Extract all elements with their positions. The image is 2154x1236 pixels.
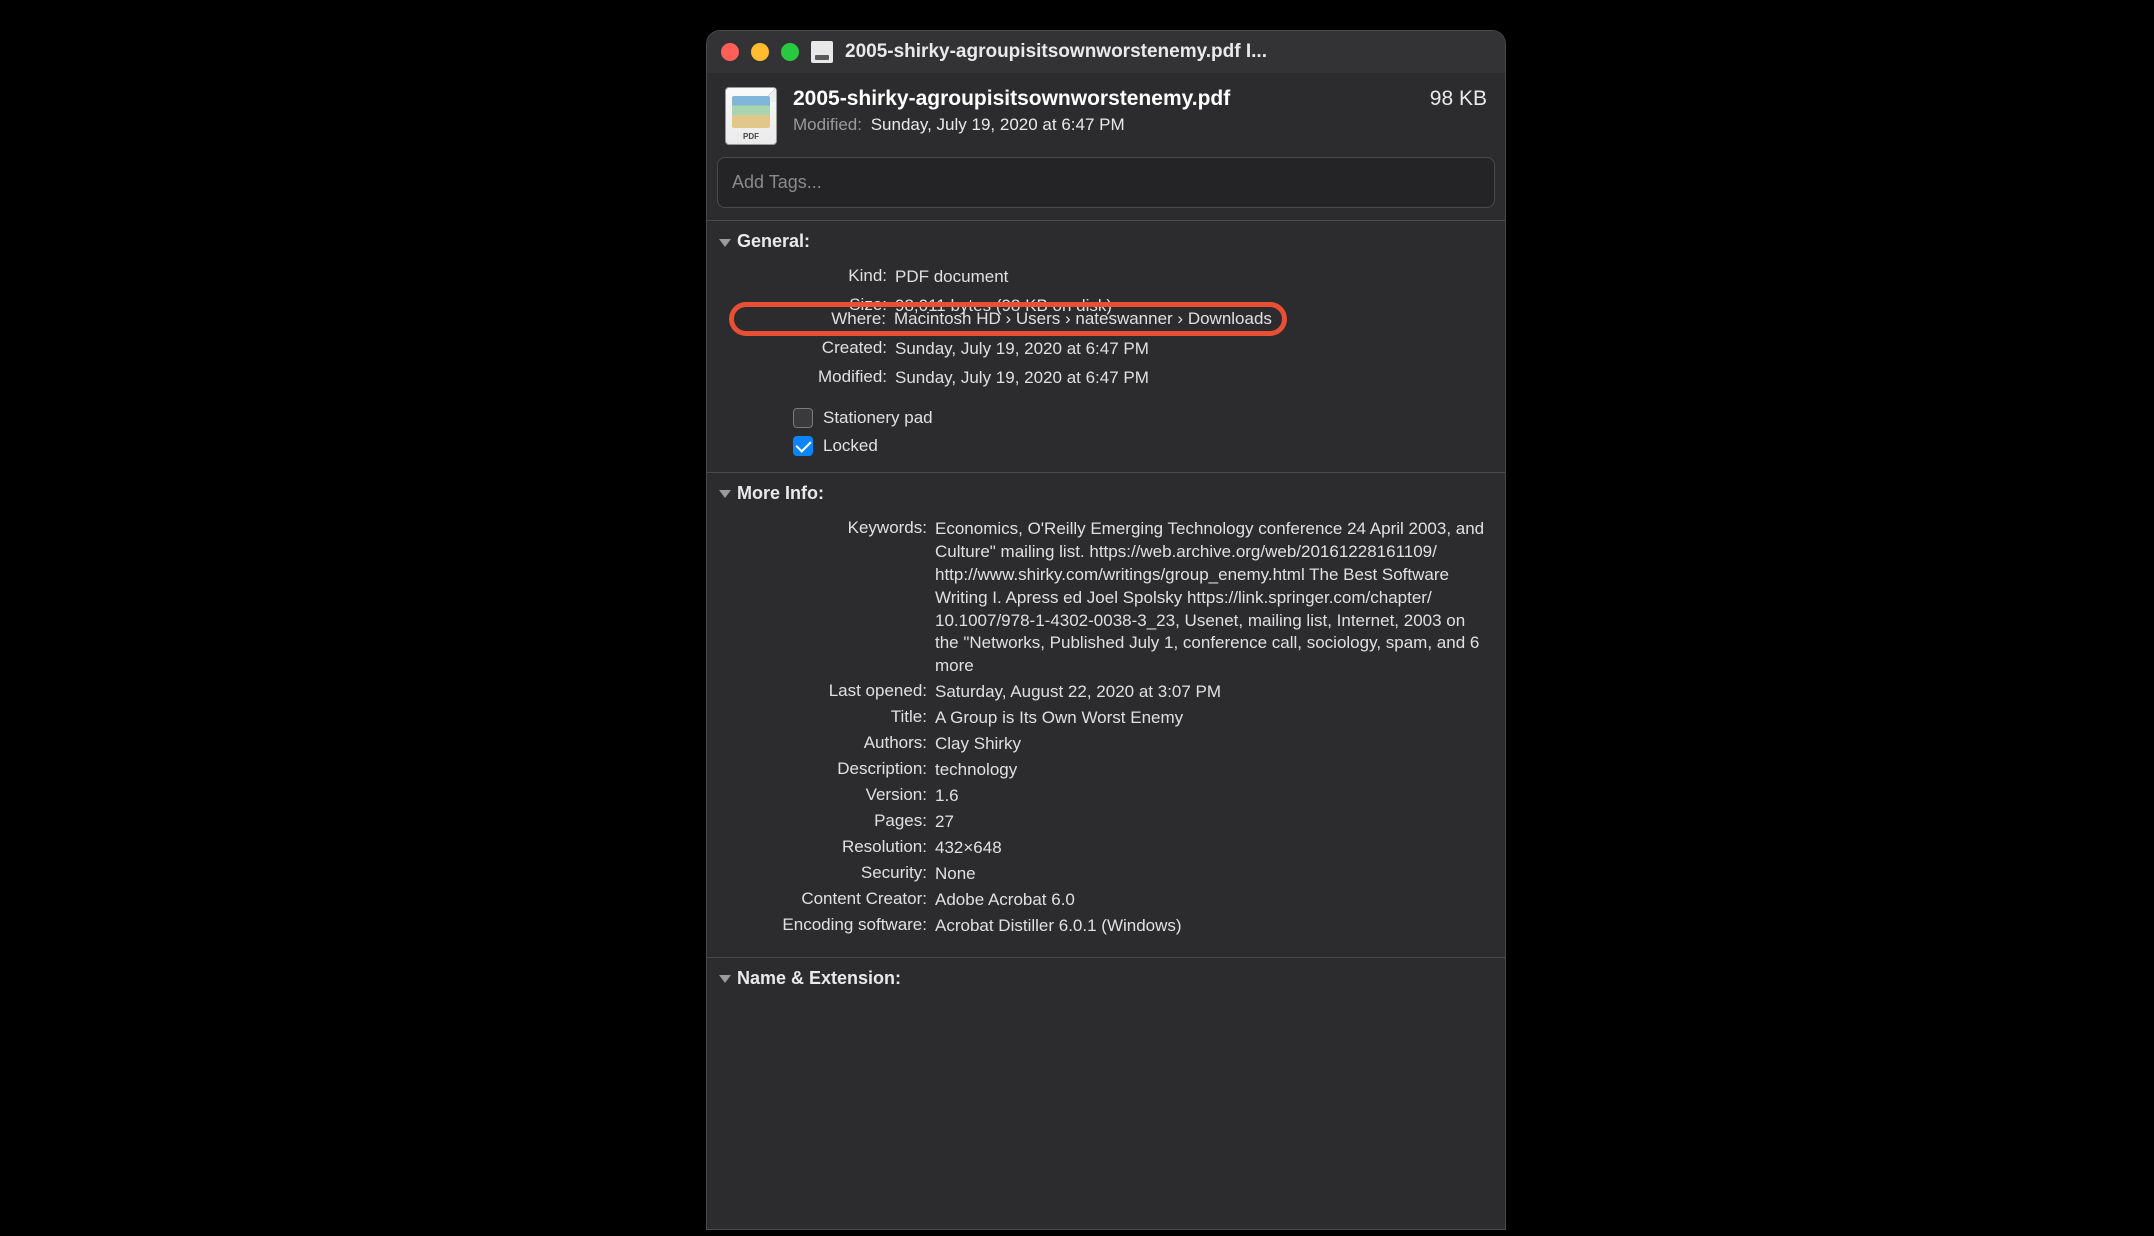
pages-label: Pages: <box>725 811 935 831</box>
keywords-label: Keywords: <box>725 518 935 538</box>
security-label: Security: <box>725 863 935 883</box>
pages-value: 27 <box>935 811 1487 834</box>
window-title: 2005-shirky-agroupisitsownworstenemy.pdf… <box>845 41 1491 63</box>
version-label: Version: <box>725 785 935 805</box>
stationery-label: Stationery pad <box>823 408 933 428</box>
content-creator-label: Content Creator: <box>725 889 935 909</box>
title-value: A Group is Its Own Worst Enemy <box>935 707 1487 730</box>
resolution-label: Resolution: <box>725 837 935 857</box>
where-value: Macintosh HD › Users › nateswanner › Dow… <box>894 309 1272 329</box>
keywords-value: Economics, O'Reilly Emerging Technology … <box>935 518 1487 679</box>
locked-label: Locked <box>823 436 878 456</box>
title-label: Title: <box>725 707 935 727</box>
where-highlight: Where: Macintosh HD › Users › nateswanne… <box>729 302 1287 336</box>
chevron-down-icon <box>719 490 731 498</box>
close-window-button[interactable] <box>721 43 739 61</box>
name-extension-toggle[interactable]: Name & Extension: <box>719 968 1493 989</box>
last-opened-value: Saturday, August 22, 2020 at 3:07 PM <box>935 681 1487 704</box>
security-value: None <box>935 863 1487 886</box>
created-label: Created: <box>725 338 895 358</box>
modified-value: Sunday, July 19, 2020 at 6:47 PM <box>871 115 1125 134</box>
description-label: Description: <box>725 759 935 779</box>
more-info-section: More Info: Keywords: Economics, O'Reilly… <box>707 472 1505 957</box>
version-value: 1.6 <box>935 785 1487 808</box>
general-toggle[interactable]: General: <box>719 231 1493 252</box>
more-info-title: More Info: <box>737 483 824 504</box>
document-icon: PDF <box>725 87 777 145</box>
content-creator-value: Adobe Acrobat 6.0 <box>935 889 1487 912</box>
modified2-value: Sunday, July 19, 2020 at 6:47 PM <box>895 367 1487 390</box>
tags-input[interactable]: Add Tags... <box>717 157 1495 208</box>
name-extension-title: Name & Extension: <box>737 968 901 989</box>
where-label: Where: <box>734 309 894 329</box>
kind-value: PDF document <box>895 266 1487 289</box>
modified2-label: Modified: <box>725 367 895 387</box>
encoding-software-value: Acrobat Distiller 6.0.1 (Windows) <box>935 915 1487 938</box>
title-doc-icon <box>811 41 833 63</box>
locked-checkbox[interactable] <box>793 436 813 456</box>
last-opened-label: Last opened: <box>725 681 935 701</box>
kind-label: Kind: <box>725 266 895 286</box>
modified-label: Modified: <box>793 115 862 134</box>
zoom-window-button[interactable] <box>781 43 799 61</box>
chevron-down-icon <box>719 239 731 247</box>
doc-badge: PDF <box>743 132 759 141</box>
created-value: Sunday, July 19, 2020 at 6:47 PM <box>895 338 1487 361</box>
minimize-window-button[interactable] <box>751 43 769 61</box>
stationery-pad-checkbox[interactable] <box>793 408 813 428</box>
file-name: 2005-shirky-agroupisitsownworstenemy.pdf <box>793 87 1230 111</box>
authors-label: Authors: <box>725 733 935 753</box>
file-header: PDF 2005-shirky-agroupisitsownworstenemy… <box>707 73 1505 157</box>
resolution-value: 432×648 <box>935 837 1487 860</box>
info-window: 2005-shirky-agroupisitsownworstenemy.pdf… <box>706 30 1506 1230</box>
more-info-toggle[interactable]: More Info: <box>719 483 1493 504</box>
file-size: 98 KB <box>1430 87 1487 111</box>
titlebar[interactable]: 2005-shirky-agroupisitsownworstenemy.pdf… <box>707 31 1505 73</box>
general-title: General: <box>737 231 810 252</box>
name-extension-section: Name & Extension: <box>707 957 1505 1019</box>
general-section: General: Kind: PDF document Size: 98,011… <box>707 220 1505 472</box>
authors-value: Clay Shirky <box>935 733 1487 756</box>
encoding-software-label: Encoding software: <box>725 915 935 935</box>
chevron-down-icon <box>719 975 731 983</box>
traffic-lights <box>721 43 799 61</box>
description-value: technology <box>935 759 1487 782</box>
